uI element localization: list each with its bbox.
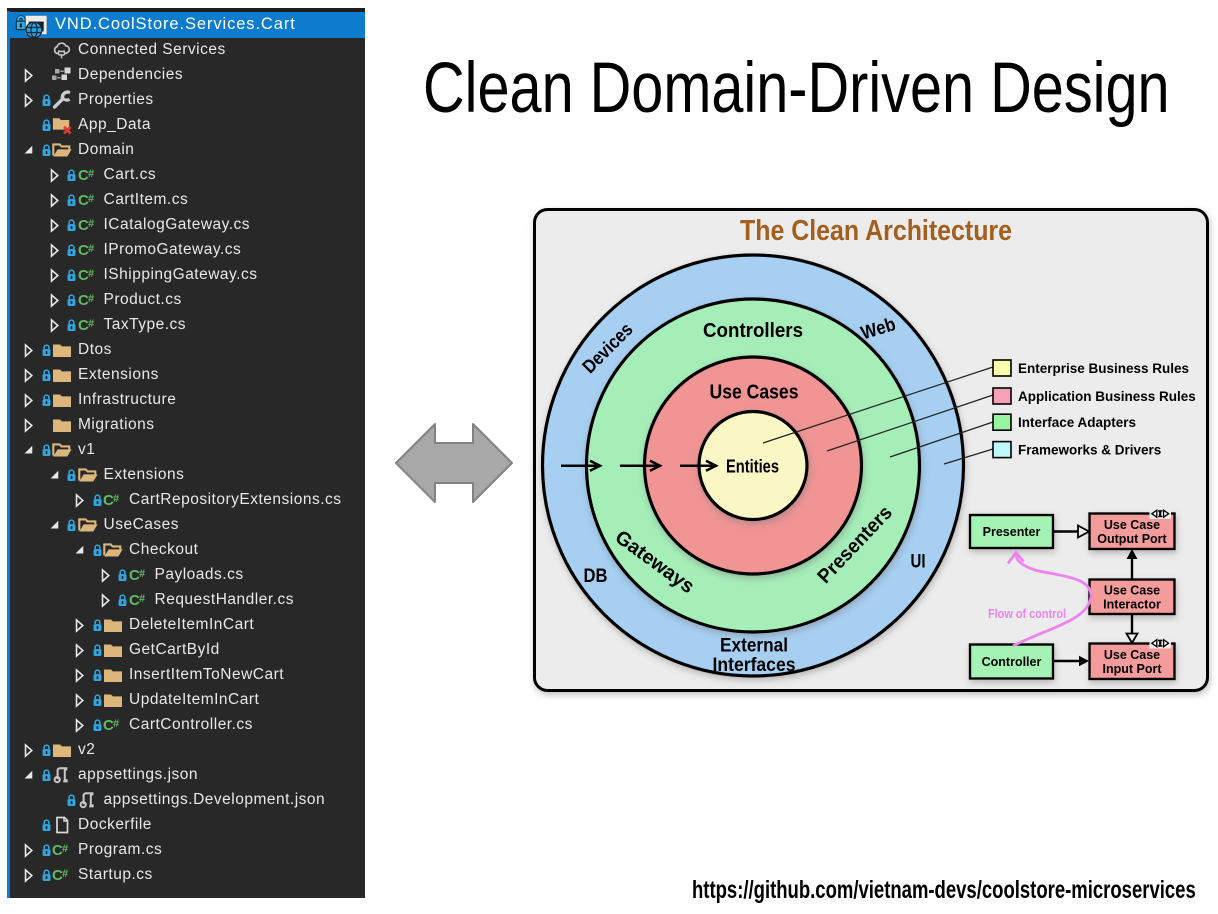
svg-text:Input Port: Input Port xyxy=(1102,662,1162,676)
svg-text:Output Port: Output Port xyxy=(1097,532,1167,546)
svg-text:Use Case: Use Case xyxy=(1104,583,1160,597)
svg-text:Application Business Rules: Application Business Rules xyxy=(1018,389,1196,404)
svg-text:The Clean Architecture: The Clean Architecture xyxy=(740,215,1012,247)
svg-text:Controllers: Controllers xyxy=(703,320,803,342)
svg-text:Use Case: Use Case xyxy=(1104,518,1160,532)
svg-text:Interfaces: Interfaces xyxy=(713,655,796,676)
svg-text:Controller: Controller xyxy=(982,655,1042,669)
svg-text:Use Cases: Use Cases xyxy=(710,382,799,404)
svg-text:Entities: Entities xyxy=(726,457,779,477)
svg-text:Flow of control: Flow of control xyxy=(988,606,1066,621)
svg-text:DB: DB xyxy=(584,566,608,587)
svg-text:Frameworks & Drivers: Frameworks & Drivers xyxy=(1018,443,1161,458)
svg-text:Presenter: Presenter xyxy=(983,525,1041,539)
svg-text:UI: UI xyxy=(911,552,926,573)
svg-text:Use Case: Use Case xyxy=(1104,648,1160,662)
svg-text:External: External xyxy=(720,636,788,657)
svg-text:Interface Adapters: Interface Adapters xyxy=(1018,415,1136,430)
svg-text:Interactor: Interactor xyxy=(1103,597,1161,611)
svg-text:Enterprise Business Rules: Enterprise Business Rules xyxy=(1018,361,1189,376)
